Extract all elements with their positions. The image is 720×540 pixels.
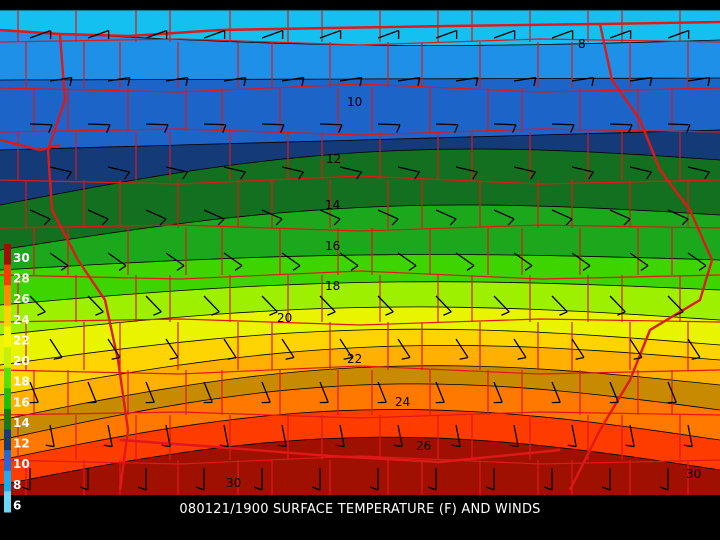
legend-label: 24 — [13, 313, 30, 327]
legend-label: 26 — [13, 292, 30, 306]
legend-label: 30 — [13, 251, 30, 265]
temperature-bands — [0, 10, 720, 495]
map-caption: 080121/1900 SURFACE TEMPERATURE (F) AND … — [179, 502, 541, 517]
legend-swatch — [4, 408, 11, 431]
legend-swatch — [4, 244, 11, 266]
contour-label: 18 — [325, 279, 340, 293]
legend-label: 28 — [13, 272, 30, 286]
contour-label: 16 — [325, 239, 340, 253]
contour-label: 14 — [325, 198, 340, 212]
legend-swatch — [4, 285, 11, 307]
legend-label: 12 — [13, 437, 30, 451]
contour-label: 30 — [686, 467, 701, 481]
legend-swatch — [4, 347, 11, 369]
legend-swatch — [4, 388, 11, 410]
legend-swatch — [4, 326, 11, 348]
contour-label: 10 — [347, 95, 362, 109]
legend-label: 10 — [13, 457, 30, 471]
contour-label: 8 — [578, 37, 586, 51]
contour-label: 26 — [416, 439, 431, 453]
legend-swatch — [4, 450, 11, 472]
legend-swatch — [4, 429, 11, 451]
contour-label: 24 — [395, 395, 410, 409]
legend-label: 14 — [13, 416, 30, 430]
legend-label: 20 — [13, 354, 30, 368]
legend-label: 18 — [13, 375, 30, 389]
contour-label: 12 — [326, 152, 341, 166]
temperature-map: 8 10 12 14 16 18 20 22 24 26 30 30 30 28 26 24 22 20 18 16… — [0, 9, 720, 513]
legend-swatch — [4, 305, 11, 327]
legend-label: 8 — [13, 478, 21, 492]
contour-label: 30 — [226, 476, 241, 490]
legend-swatch — [4, 264, 11, 286]
legend-swatch — [4, 470, 11, 492]
legend-swatch — [4, 367, 11, 389]
legend-label: 16 — [13, 395, 30, 409]
contour-label: 22 — [347, 352, 362, 366]
contour-label: 20 — [277, 311, 292, 325]
legend-label: 22 — [13, 333, 30, 347]
